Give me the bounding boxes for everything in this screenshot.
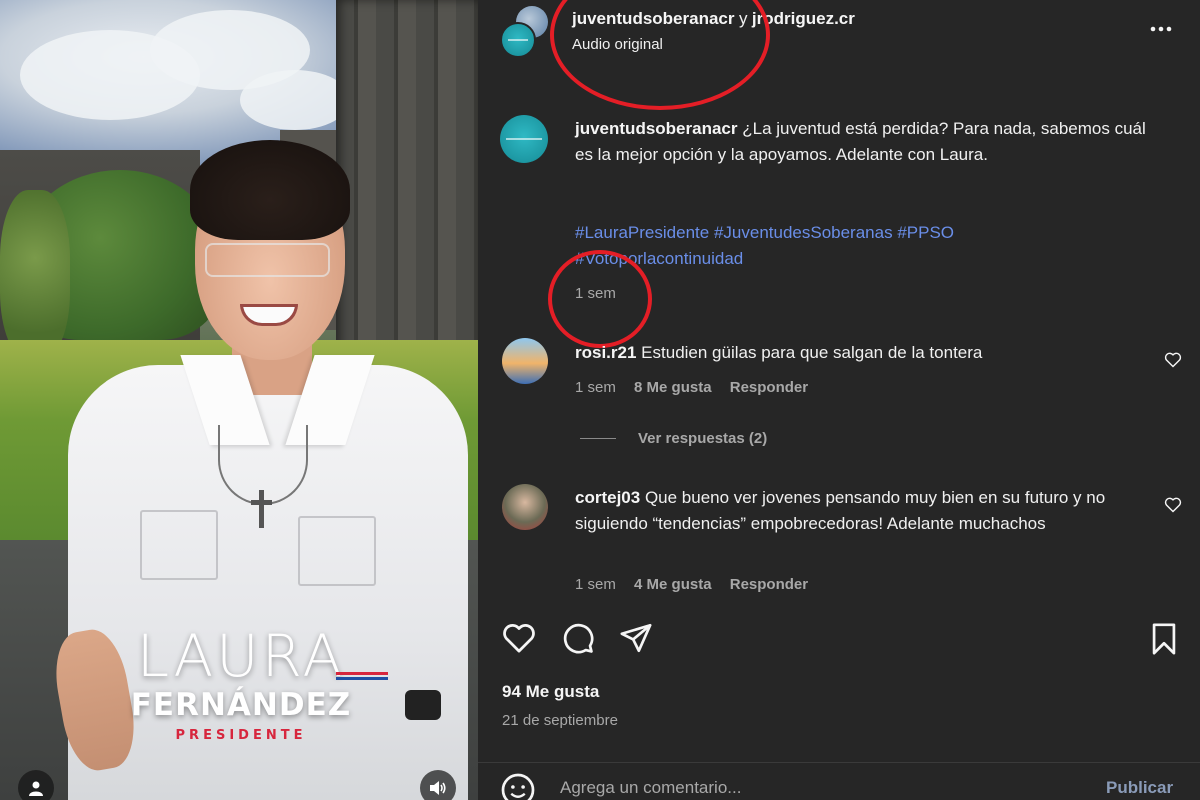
comment-like-button[interactable]	[1164, 352, 1182, 373]
comment-icon	[563, 623, 594, 654]
avatar-stripe	[506, 138, 542, 141]
publish-button[interactable]: Publicar	[1106, 778, 1173, 798]
cross-pendant	[259, 490, 264, 528]
campaign-logo: LAURA FERNÁNDEZ PRESIDENTE	[96, 624, 388, 743]
logo-flag-stripe-blue	[336, 677, 388, 680]
emoji-icon	[501, 773, 535, 800]
heart-icon	[1164, 352, 1182, 368]
comment-time: 1 sem	[575, 576, 616, 593]
comment: rosi.r21 Estudien güilas para que salgan…	[575, 340, 1135, 366]
heart-icon	[503, 624, 535, 653]
logo-flag-stripe-red	[336, 672, 388, 675]
reply-button[interactable]: Responder	[730, 576, 808, 593]
user-icon	[29, 781, 43, 796]
hashtag[interactable]: #JuventudesSoberanas	[714, 223, 893, 242]
speaker-icon	[430, 781, 446, 795]
comment-avatar[interactable]	[502, 338, 548, 384]
hashtag[interactable]: #LauraPresidente	[575, 223, 709, 242]
video-tree	[0, 190, 70, 360]
tagged-users-button[interactable]	[18, 770, 54, 800]
cross-pendant	[251, 500, 272, 505]
composer-divider	[478, 762, 1200, 763]
logo-last-name: FERNÁNDEZ	[130, 687, 352, 723]
video-cloud	[240, 70, 350, 130]
comment-likes[interactable]: 4 Me gusta	[634, 576, 712, 593]
comment: cortej03 Que bueno ver jovenes pensando …	[575, 485, 1165, 537]
comment-meta: 1 sem 4 Me gusta Responder	[575, 576, 808, 593]
comment-text: Que bueno ver jovenes pensando muy bien …	[575, 488, 1106, 533]
video-ruins-right	[336, 0, 478, 360]
heart-icon	[1164, 497, 1182, 513]
wrist-watch	[405, 690, 441, 720]
share-icon	[620, 623, 652, 653]
more-options-button[interactable]	[1148, 22, 1174, 41]
comment-username[interactable]: rosi.r21	[575, 343, 636, 362]
comment-time: 1 sem	[575, 379, 616, 396]
person-hair	[190, 140, 350, 240]
comment-username[interactable]: cortej03	[575, 488, 640, 507]
share-button[interactable]	[618, 621, 654, 660]
view-replies-button[interactable]: Ver respuestas (2)	[638, 430, 767, 447]
comment-like-button[interactable]	[1164, 497, 1182, 518]
comment-likes[interactable]: 8 Me gusta	[634, 379, 712, 396]
hashtag[interactable]: #PPSO	[897, 223, 954, 242]
comment-text: Estudien güilas para que salgan de la to…	[641, 343, 983, 362]
author-avatar[interactable]	[500, 22, 536, 58]
person-glasses	[205, 243, 330, 277]
annotation-circle	[548, 250, 652, 348]
save-button[interactable]	[1148, 622, 1180, 661]
comment-avatar[interactable]	[502, 484, 548, 530]
likes-count[interactable]: 94 Me gusta	[502, 682, 599, 702]
mute-button[interactable]	[420, 770, 456, 800]
bookmark-icon	[1152, 623, 1176, 655]
emoji-button[interactable]	[500, 772, 536, 800]
avatar-stripe	[508, 39, 528, 42]
logo-role: PRESIDENTE	[175, 728, 307, 743]
comment-meta: 1 sem 8 Me gusta Responder	[575, 379, 808, 396]
comment-button[interactable]	[560, 621, 596, 660]
like-button[interactable]	[501, 622, 537, 659]
caption-username[interactable]: juventudsoberanacr	[575, 119, 738, 138]
shirt-pocket	[298, 516, 376, 586]
post-date: 21 de septiembre	[502, 712, 618, 729]
caption-hashtags: #LauraPresidente #JuventudesSoberanas #P…	[575, 220, 1135, 272]
caption: juventudsoberanacr ¿La juventud está per…	[575, 116, 1155, 168]
shirt-pocket	[140, 510, 218, 580]
comment-input[interactable]: Agrega un comentario...	[560, 778, 741, 798]
video-player[interactable]: LAURA FERNÁNDEZ PRESIDENTE	[0, 0, 478, 800]
more-dots-icon	[1150, 26, 1172, 32]
replies-divider	[580, 438, 616, 439]
reply-button[interactable]: Responder	[730, 379, 808, 396]
caption-avatar[interactable]	[500, 115, 548, 163]
